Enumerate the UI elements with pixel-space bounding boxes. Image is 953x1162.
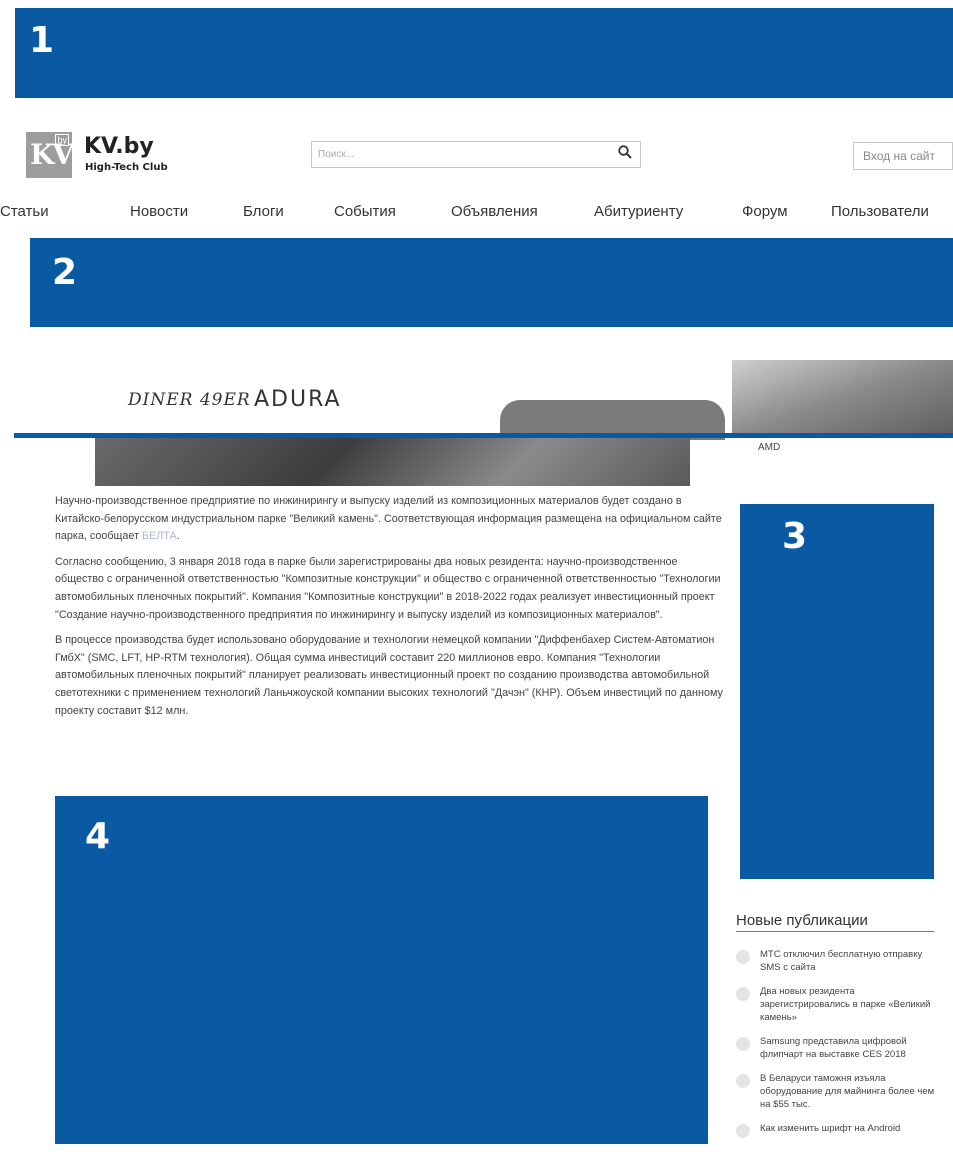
- list-item-label: Два новых резидента зарегистрировались в…: [760, 986, 931, 1023]
- nav-item-ads[interactable]: Объявления: [451, 203, 538, 220]
- article-photo: [95, 438, 690, 486]
- search-icon[interactable]: [618, 145, 632, 159]
- logo-badge: by: [55, 134, 69, 146]
- article-paragraph-2: Согласно сообщению, 3 января 2018 года в…: [55, 555, 721, 621]
- bullet-icon: [736, 950, 750, 964]
- search-box: [311, 141, 641, 168]
- bullet-icon: [736, 1074, 750, 1088]
- placeholder-block-4: 4: [55, 796, 708, 1144]
- banner-diner-text: DINER 49ER: [128, 390, 251, 410]
- article-body: Научно-производственное предприятие по и…: [55, 493, 725, 728]
- bullet-icon: [736, 987, 750, 1001]
- list-item[interactable]: Два новых резидента зарегистрировались в…: [736, 985, 941, 1024]
- source-link[interactable]: БЕЛТА: [142, 530, 177, 542]
- list-item[interactable]: МТС отключил бесплатную отправку SMS с с…: [736, 948, 941, 974]
- site-subtitle: High-Tech Club: [85, 162, 168, 173]
- article-paragraph-3: В процессе производства будет использова…: [55, 634, 723, 717]
- login-button[interactable]: Вход на сайт: [853, 142, 953, 170]
- nav-item-news[interactable]: Новости: [130, 203, 188, 220]
- sidebar-title: Новые публикации: [736, 912, 934, 932]
- bullet-icon: [736, 1124, 750, 1138]
- placeholder-block-2: 2: [30, 238, 953, 327]
- sidebar-list: МТС отключил бесплатную отправку SMS с с…: [736, 948, 941, 1146]
- site-name[interactable]: KV.by: [84, 134, 154, 159]
- nav-item-articles[interactable]: Статьи: [0, 203, 49, 220]
- site-logo[interactable]: KV by: [26, 132, 74, 178]
- list-item-label: МТС отключил бесплатную отправку SMS с с…: [760, 949, 923, 973]
- article-paragraph-1: Научно-производственное предприятие по и…: [55, 493, 725, 546]
- main-nav: Статьи Новости Блоги События Объявления …: [0, 203, 953, 223]
- list-item-label: В Беларуси таможня изъяла оборудование д…: [760, 1073, 935, 1110]
- nav-item-applicants[interactable]: Абитуриенту: [594, 203, 683, 220]
- block-number-2: 2: [52, 252, 78, 293]
- list-item-label: Samsung представила цифровой флипчарт на…: [760, 1036, 907, 1060]
- search-input[interactable]: [312, 142, 614, 167]
- banner-adura-text: ADURA: [254, 387, 342, 412]
- list-item[interactable]: Как изменить шрифт на Android: [736, 1122, 941, 1138]
- article-text: .: [176, 530, 180, 543]
- placeholder-block-3: 3: [740, 504, 934, 879]
- sidebar-photo-caption[interactable]: AMD: [758, 442, 780, 453]
- nav-item-blogs[interactable]: Блоги: [243, 203, 284, 220]
- block-number-3: 3: [782, 516, 808, 557]
- block-number-4: 4: [85, 816, 111, 857]
- placeholder-block-1: 1: [15, 8, 953, 98]
- nav-item-events[interactable]: События: [334, 203, 396, 220]
- list-item-label: Как изменить шрифт на Android: [760, 1123, 901, 1134]
- nav-item-forum[interactable]: Форум: [742, 203, 788, 220]
- list-item[interactable]: В Беларуси таможня изъяла оборудование д…: [736, 1072, 941, 1111]
- sidebar-photo: [732, 360, 953, 436]
- ad-banner[interactable]: DINER 49ER ADURA: [0, 360, 953, 490]
- bullet-icon: [736, 1037, 750, 1051]
- block-number-1: 1: [29, 20, 55, 61]
- list-item[interactable]: Samsung представила цифровой флипчарт на…: [736, 1035, 941, 1061]
- banner-divider: [14, 433, 953, 438]
- nav-item-users[interactable]: Пользователи: [831, 203, 929, 220]
